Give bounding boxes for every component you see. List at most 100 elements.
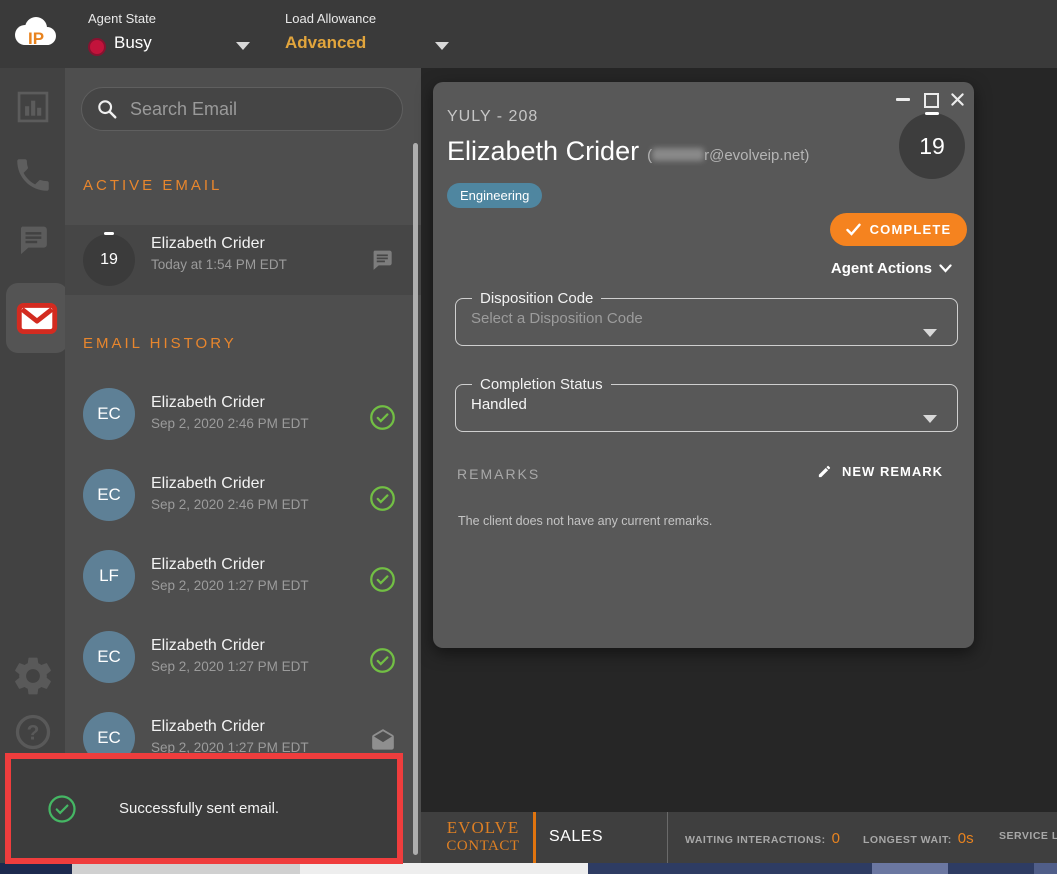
client-name: Elizabeth Crider xyxy=(447,136,639,166)
completed-icon xyxy=(369,485,396,517)
minimize-icon xyxy=(896,98,910,101)
background-window-strip xyxy=(300,863,588,874)
business-process-name: SALES xyxy=(549,828,603,846)
email-history-item[interactable]: LF Elizabeth Crider Sep 2, 2020 1:27 PM … xyxy=(65,540,421,621)
settings-gear-icon xyxy=(10,653,56,699)
svg-text:?: ? xyxy=(26,722,39,745)
top-bar: IP Agent State Busy Load Allowance Advan… xyxy=(0,0,1057,68)
avatar: EC xyxy=(83,631,135,683)
sidebar-nav: ? xyxy=(0,68,65,863)
contact-name: Elizabeth Crider xyxy=(151,637,265,655)
new-remark-button[interactable]: NEW REMARK xyxy=(817,464,943,479)
completion-status-select[interactable]: Completion Status Handled xyxy=(455,376,958,432)
toast-message: Successfully sent email. xyxy=(119,800,279,817)
department-tag: Engineering xyxy=(447,183,542,208)
toast-notification: Successfully sent email. xyxy=(5,753,403,864)
interaction-timer-badge: 19 xyxy=(899,113,965,179)
bottom-status-bar: EVOLVE CONTACT SALES WAITING INTERACTION… xyxy=(421,812,1057,863)
pencil-icon xyxy=(817,464,832,479)
email-history-item[interactable]: EC Elizabeth Crider Sep 2, 2020 2:46 PM … xyxy=(65,378,421,459)
sidebar-item-reports[interactable] xyxy=(0,88,65,126)
progress-notch xyxy=(104,232,114,235)
completion-status-value: Handled xyxy=(471,396,957,413)
agent-state-caret-icon[interactable] xyxy=(236,42,250,50)
load-allowance-caret-icon[interactable] xyxy=(435,42,449,50)
client-name-line: Elizabeth Crider(r@evolveip.net) xyxy=(447,136,809,167)
sidebar-item-calls[interactable] xyxy=(0,154,65,196)
close-icon xyxy=(950,92,965,107)
maximize-icon xyxy=(924,93,939,108)
active-email-header: ACTIVE EMAIL xyxy=(83,177,222,194)
stat-service-level: SERVICE LEV xyxy=(999,830,1057,842)
contact-time: Sep 2, 2020 1:27 PM EDT xyxy=(151,659,309,674)
contact-name: Elizabeth Crider xyxy=(151,556,265,574)
stats-divider xyxy=(667,812,668,863)
completed-icon xyxy=(369,647,396,679)
interaction-reference: YULY - 208 xyxy=(447,108,538,126)
remarks-header: REMARKS xyxy=(457,466,540,482)
search-icon xyxy=(96,98,118,120)
maximize-button[interactable] xyxy=(924,93,939,108)
background-window-strip xyxy=(588,863,872,874)
agent-actions-menu[interactable]: Agent Actions xyxy=(831,260,952,277)
load-allowance-value[interactable]: Advanced xyxy=(285,33,366,53)
agent-desktop-app: IP Agent State Busy Load Allowance Advan… xyxy=(0,0,1057,874)
disposition-code-label: Disposition Code xyxy=(472,290,601,307)
active-email-item[interactable]: 19 Elizabeth Crider Today at 1:54 PM EDT xyxy=(65,225,421,295)
client-email-domain: r@evolveip.net) xyxy=(704,147,809,164)
contact-name: Elizabeth Crider xyxy=(151,394,265,412)
background-window-strip xyxy=(0,863,72,874)
calls-icon xyxy=(12,154,54,196)
contact-time: Sep 2, 2020 2:46 PM EDT xyxy=(151,416,309,431)
help-icon: ? xyxy=(13,712,53,752)
background-window-strip xyxy=(872,863,948,874)
email-list-scrollbar[interactable] xyxy=(413,143,418,855)
agent-state-label: Agent State xyxy=(88,11,156,26)
background-window-strip xyxy=(72,863,300,874)
sidebar-item-email-active[interactable] xyxy=(6,283,68,353)
sidebar-item-chat[interactable] xyxy=(0,220,65,260)
load-allowance-label: Load Allowance xyxy=(285,11,376,26)
dropdown-caret-icon[interactable] xyxy=(923,329,937,337)
background-window-strip xyxy=(1034,863,1057,874)
completed-icon xyxy=(369,404,396,436)
email-history-item[interactable]: EC Elizabeth Crider Sep 2, 2020 1:27 PM … xyxy=(65,621,421,702)
check-icon xyxy=(846,223,861,236)
dropdown-caret-icon[interactable] xyxy=(923,415,937,423)
success-check-icon xyxy=(47,794,77,824)
avatar: EC xyxy=(83,388,135,440)
completed-icon xyxy=(369,566,396,598)
email-list-panel: ACTIVE EMAIL 19 Elizabeth Crider Today a… xyxy=(65,68,421,863)
disposition-code-select[interactable]: Disposition Code Select a Disposition Co… xyxy=(455,290,958,346)
contact-time: Today at 1:54 PM EDT xyxy=(151,257,287,272)
minimize-button[interactable] xyxy=(896,98,910,101)
remarks-empty-text: The client does not have any current rem… xyxy=(458,514,712,528)
remark-bubble-icon[interactable] xyxy=(368,246,396,279)
progress-notch xyxy=(925,112,939,115)
evolve-contact-logo: EVOLVE CONTACT xyxy=(433,818,533,855)
redacted-email-blur xyxy=(652,148,704,161)
chat-icon xyxy=(13,220,53,260)
contact-name: Elizabeth Crider xyxy=(151,475,265,493)
reports-icon xyxy=(14,88,52,126)
contact-name: Elizabeth Crider xyxy=(151,235,265,253)
sidebar-item-settings[interactable] xyxy=(0,653,65,699)
email-history-header: EMAIL HISTORY xyxy=(83,335,237,352)
agent-state-value[interactable]: Busy xyxy=(114,33,152,53)
search-email-box[interactable] xyxy=(81,87,403,131)
stat-longest-wait: LONGEST WAIT: 0s xyxy=(863,830,974,847)
stat-waiting-interactions: WAITING INTERACTIONS: 0 xyxy=(685,830,840,847)
close-button[interactable] xyxy=(950,92,965,112)
contact-time: Sep 2, 2020 2:46 PM EDT xyxy=(151,497,309,512)
email-history-item[interactable]: EC Elizabeth Crider Sep 2, 2020 2:46 PM … xyxy=(65,459,421,540)
email-icon xyxy=(16,302,58,335)
sidebar-item-help[interactable]: ? xyxy=(0,712,65,752)
search-email-input[interactable] xyxy=(128,98,388,121)
disposition-code-value: Select a Disposition Code xyxy=(471,310,957,327)
complete-button[interactable]: COMPLETE xyxy=(830,213,967,246)
contact-name: Elizabeth Crider xyxy=(151,718,265,736)
active-email-badge: 19 xyxy=(83,234,135,286)
background-window-strip xyxy=(948,863,1034,874)
avatar: EC xyxy=(83,469,135,521)
chevron-down-icon xyxy=(939,264,952,273)
